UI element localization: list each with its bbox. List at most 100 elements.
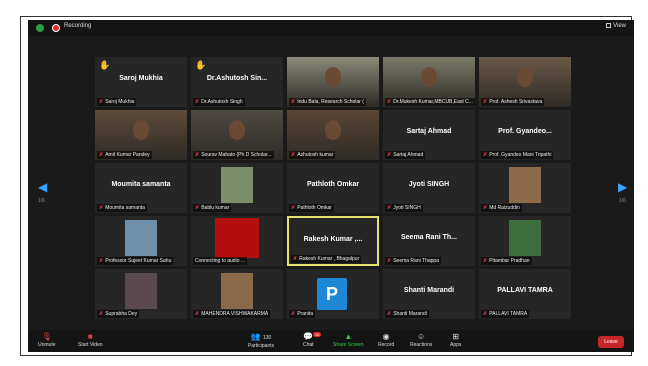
- unmute-button[interactable]: 🎙 Unmute: [38, 332, 56, 348]
- reactions-button[interactable]: ☺ Reactions: [410, 332, 432, 348]
- participant-label: ✗ Pathloth Omkar: [289, 204, 334, 212]
- participant-label: ✗ Md Raizuddin: [481, 204, 522, 212]
- participant-label: ✗ Indu Bala, Research Scholar (: [289, 98, 366, 106]
- participant-label: ✗ Pranita: [289, 310, 316, 318]
- view-button[interactable]: View: [606, 23, 626, 29]
- muted-mic-icon: ✗: [387, 311, 392, 317]
- meeting-controls-bar: 🎙 Unmute ■ Start Video 👥 130 Participants 💬…: [28, 330, 634, 352]
- muted-mic-icon: ✗: [483, 99, 488, 105]
- page-indicator-right: 1/6: [619, 198, 626, 204]
- participant-tile[interactable]: Seema Rani Th... ✗ Seema Rani Thappa: [383, 216, 475, 266]
- participant-label-text: Professor Sujeet Kumar Sahu: [105, 258, 172, 264]
- start-video-button[interactable]: ■ Start Video: [78, 332, 103, 348]
- participant-tile[interactable]: Connecting to audio ...: [191, 216, 283, 266]
- participant-name: Seema Rani Th...: [400, 234, 458, 241]
- raised-hand-icon: ✋: [195, 60, 207, 70]
- muted-mic-icon: ✗: [387, 152, 392, 158]
- participant-label: ✗ Amit Kumar Pandey: [97, 151, 152, 159]
- participant-label: ✗ Moumita samanta: [97, 204, 147, 212]
- page-indicator-left: 1/6: [38, 198, 45, 204]
- participants-button[interactable]: 👥 130 Participants: [248, 332, 274, 349]
- muted-mic-icon: ✗: [483, 205, 488, 211]
- participant-label: ✗ Prof. Ashesh Srivastava: [481, 98, 545, 106]
- participant-tile[interactable]: Moumita samanta ✗ Moumita samanta: [95, 163, 187, 213]
- muted-mic-icon: ✗: [195, 152, 200, 158]
- apps-button[interactable]: ⊞ Apps: [450, 332, 461, 348]
- participant-face: [517, 67, 533, 87]
- share-screen-button[interactable]: ▲ Share Screen: [333, 332, 364, 348]
- muted-mic-icon: ✗: [99, 99, 104, 105]
- muted-mic-icon: ✗: [195, 205, 200, 211]
- participant-tile[interactable]: Shanti Marandi ✗ Shanti Marandi: [383, 269, 475, 319]
- reactions-label: Reactions: [410, 342, 433, 348]
- participant-tile[interactable]: ✗ Dr.Mukesh Kumar,MBCUB,East C...: [383, 57, 475, 107]
- muted-mic-icon: ✗: [195, 99, 200, 105]
- participant-tile[interactable]: ✗ Pitambar Pradhan: [479, 216, 571, 266]
- participant-label: ✗ MAHENDRA VISHWAKARMA: [193, 310, 271, 318]
- muted-mic-icon: ✗: [387, 99, 392, 105]
- muted-mic-icon: ✗: [293, 256, 298, 262]
- participant-label-text: Dr.Ashutosh Singh: [201, 99, 243, 105]
- participant-tile[interactable]: ✗ Ashutosh kumar: [287, 110, 379, 160]
- participant-face: [421, 67, 437, 87]
- participant-label: ✗ Rakesh Kumar , Bhagalpur: [291, 255, 362, 263]
- apps-icon: ⊞: [452, 332, 460, 341]
- share-screen-label: Share Screen: [333, 342, 364, 348]
- chat-label: Chat: [303, 342, 314, 348]
- participant-tile[interactable]: P ✗ Pranita: [287, 269, 379, 319]
- muted-mic-icon: ✗: [195, 311, 200, 317]
- connecting-placeholder: [215, 218, 259, 258]
- participant-thumbnail: [221, 273, 253, 309]
- participant-label: ✗ Seema Rani Thappa: [385, 257, 441, 265]
- participant-tile[interactable]: ✗ Professor Sujeet Kumar Sahu: [95, 216, 187, 266]
- previous-page-arrow-icon[interactable]: ◀: [38, 180, 47, 194]
- muted-mic-icon: ✗: [483, 311, 488, 317]
- muted-mic-icon: ✗: [483, 258, 488, 264]
- participant-label: ✗ Sartaj Ahmad: [385, 151, 426, 159]
- participant-label: ✗ Dr.Ashutosh Singh: [193, 98, 245, 106]
- participant-tile[interactable]: Rakesh Kumar ,... ✗ Rakesh Kumar , Bhagalp…: [287, 216, 379, 266]
- leave-button[interactable]: Leave: [598, 336, 624, 348]
- participant-thumbnail: [221, 167, 253, 203]
- participant-tile[interactable]: ✗ Indu Bala, Research Scholar (: [287, 57, 379, 107]
- chat-button[interactable]: 💬 10 Chat: [303, 332, 322, 348]
- participant-tile[interactable]: ✗ Amit Kumar Pandey: [95, 110, 187, 160]
- participant-tile[interactable]: ✗ Sourav Mahato (Ph.D Scholar...: [191, 110, 283, 160]
- participant-tile[interactable]: Dr.Ashutosh Sin... ✋ ✗ Dr.Ashutosh Singh: [191, 57, 283, 107]
- participant-tile[interactable]: Jyoti SINGH ✗ Jyoti SINGH: [383, 163, 475, 213]
- muted-mic-icon: ✗: [291, 99, 296, 105]
- participant-tile[interactable]: Pathloth Omkar ✗ Pathloth Omkar: [287, 163, 379, 213]
- participant-name: Sartaj Ahmad: [406, 128, 452, 135]
- participant-label-text: Md Raizuddin: [489, 205, 520, 211]
- muted-mic-icon: ✗: [99, 152, 104, 158]
- participant-tile[interactable]: ✗ MAHENDRA VISHWAKARMA: [191, 269, 283, 319]
- apps-label: Apps: [450, 342, 462, 348]
- participant-label: ✗ Suprabha Dey: [97, 310, 140, 318]
- participant-tile[interactable]: ✗ Bablu kumar: [191, 163, 283, 213]
- record-button[interactable]: ◉ Record: [378, 332, 394, 348]
- security-shield-icon[interactable]: [36, 24, 44, 32]
- participant-label-text: Connecting to audio ...: [195, 258, 246, 264]
- participant-label: ✗ Sourav Mahato (Ph.D Scholar...: [193, 151, 274, 159]
- top-bar: Recording View: [28, 20, 634, 36]
- video-off-icon: ■: [87, 332, 93, 341]
- participant-label-text: Indu Bala, Research Scholar (: [297, 99, 364, 105]
- participant-tile[interactable]: ✗ Suprabha Dey: [95, 269, 187, 319]
- chat-badge: 10: [313, 332, 322, 337]
- muted-mic-icon: ✗: [291, 205, 296, 211]
- participants-icon: 👥 130: [250, 332, 272, 341]
- participant-label: ✗ Jyoti SINGH: [385, 204, 423, 212]
- participant-tile[interactable]: Saroj Mukhia ✋ ✗ Saroj Mukhia: [95, 57, 187, 107]
- participant-tile[interactable]: Sartaj Ahmad ✗ Sartaj Ahmad: [383, 110, 475, 160]
- participant-tile[interactable]: ✗ Prof. Ashesh Srivastava: [479, 57, 571, 107]
- muted-mic-icon: ✗: [291, 311, 296, 317]
- participant-name: Saroj Mukhia: [119, 75, 163, 82]
- participant-tile[interactable]: Prof. Gyandeo... ✗ Prof. Gyandeo Mani Trip…: [479, 110, 571, 160]
- avatar: P: [317, 278, 347, 310]
- participant-label: ✗ Saroj Mukhia: [97, 98, 137, 106]
- participant-tile[interactable]: PALLAVI TAMRA ✗ PALLAVI TAMRA: [479, 269, 571, 319]
- participant-label-text: Shanti Marandi: [393, 311, 427, 317]
- chat-icon: 💬: [303, 332, 314, 341]
- next-page-arrow-icon[interactable]: ▶: [618, 180, 627, 194]
- participant-tile[interactable]: ✗ Md Raizuddin: [479, 163, 571, 213]
